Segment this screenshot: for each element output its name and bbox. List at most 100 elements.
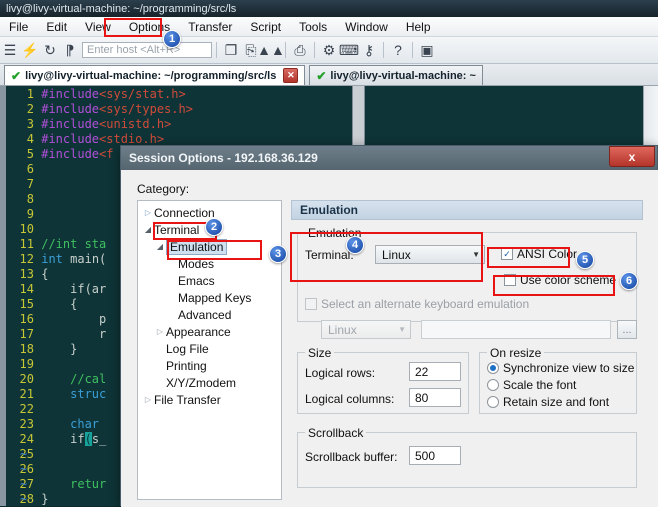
menu-edit[interactable]: Edit <box>37 18 76 36</box>
session-manager-icon[interactable]: ☰ <box>0 39 20 61</box>
logical-rows-label: Logical rows: <box>305 366 376 380</box>
menu-transfer[interactable]: Transfer <box>179 18 241 36</box>
keyboard-icon[interactable]: ⌨ <box>339 39 359 61</box>
terminal-line: 5 #include<f <box>26 147 114 161</box>
tabstrip: ✔ livy@livy-virtual-machine: ~/programmi… <box>0 64 658 86</box>
copy-icon[interactable]: ❐ <box>221 39 241 61</box>
size-group-legend: Size <box>305 346 335 360</box>
terminal-line: 7 <box>26 177 34 191</box>
logical-columns-label: Logical columns: <box>305 392 395 406</box>
chevron-down-icon[interactable]: ▼ <box>472 250 480 259</box>
find-icon[interactable]: ▲▲ <box>257 39 285 61</box>
dialog-close-button[interactable]: x <box>609 146 655 167</box>
toolbar-separator <box>383 42 384 58</box>
radio-synchronize-view-label: Synchronize view to size <box>503 361 635 375</box>
menu-window[interactable]: Window <box>336 18 397 36</box>
tree-item-emulation[interactable]: ◢ Emulation <box>138 238 281 255</box>
chevron-right-icon[interactable]: ▷ <box>142 395 154 404</box>
tree-item-file-transfer[interactable]: ▷ File Transfer <box>138 391 281 408</box>
tree-item-label: File Transfer <box>154 392 221 407</box>
vim-empty-marker: ~ <box>20 477 28 491</box>
tree-item-log-file[interactable]: Log File <box>138 340 281 357</box>
ansi-color-checkbox[interactable]: ✓ <box>501 248 513 260</box>
logical-rows-input[interactable]: 22 <box>409 362 461 381</box>
chevron-down-icon[interactable]: ▼ <box>398 325 406 334</box>
annotation-badge-5: 5 <box>576 251 594 269</box>
quick-connect-icon[interactable]: ⚡ <box>20 39 40 61</box>
tree-item-label: Appearance <box>166 324 231 339</box>
terminal-combo[interactable]: Linux ▼ <box>375 245 485 264</box>
tree-item-label: Connection <box>154 205 215 220</box>
annotation-badge-3: 3 <box>269 245 287 263</box>
logical-columns-input[interactable]: 80 <box>409 388 461 407</box>
tree-item-label: Mapped Keys <box>178 290 252 305</box>
alternate-keyboard-path-field[interactable] <box>421 320 611 339</box>
tree-item-emacs[interactable]: Emacs <box>138 272 281 289</box>
scrollback-buffer-input[interactable]: 500 <box>409 446 461 465</box>
alternate-keyboard-combo[interactable]: Linux ▼ <box>321 320 411 339</box>
alternate-keyboard-label: Select an alternate keyboard emulation <box>321 297 530 311</box>
chevron-down-icon[interactable]: ◢ <box>142 225 154 234</box>
secure-desktop-icon[interactable]: ▣ <box>417 39 437 61</box>
terminal-line: 18 } <box>19 342 78 356</box>
tree-item-appearance[interactable]: ▷ Appearance <box>138 323 281 340</box>
vim-empty-marker: ~ <box>20 462 28 476</box>
disconnect-icon[interactable]: ⁋ <box>60 39 80 61</box>
radio-retain-size-font[interactable] <box>487 396 499 408</box>
tree-item-label: X/Y/Zmodem <box>166 375 237 390</box>
terminal-line: 11 //int sta <box>19 237 107 251</box>
chevron-right-icon[interactable]: ▷ <box>142 208 154 217</box>
key-icon[interactable]: ⚷ <box>359 39 379 61</box>
chevron-down-icon[interactable]: ◢ <box>154 242 166 251</box>
toolbar-separator <box>285 42 286 58</box>
terminal-line: 12 int main( <box>19 252 107 266</box>
host-input[interactable]: Enter host <Alt+R> <box>82 42 212 58</box>
category-tree[interactable]: ▷ Connection ◢ Terminal ◢ Emulation Mode… <box>137 200 282 500</box>
tree-item-mapped-keys[interactable]: Mapped Keys <box>138 289 281 306</box>
menu-help[interactable]: Help <box>397 18 440 36</box>
panel-header: Emulation <box>291 200 643 220</box>
menu-file[interactable]: File <box>0 18 37 36</box>
terminal-combo-value: Linux <box>382 247 411 262</box>
annotation-badge-4: 4 <box>346 236 364 254</box>
menu-view[interactable]: View <box>76 18 120 36</box>
tree-item-label: Modes <box>178 256 215 271</box>
menu-script[interactable]: Script <box>241 18 290 36</box>
terminal-line: 15 { <box>19 297 78 311</box>
terminal-line: 23 char <box>19 417 100 431</box>
menu-tools[interactable]: Tools <box>290 18 336 36</box>
tree-item-printing[interactable]: Printing <box>138 357 281 374</box>
chevron-right-icon[interactable]: ▷ <box>154 327 166 336</box>
scrollback-buffer-label: Scrollback buffer: <box>305 450 398 464</box>
terminal-line: 10 <box>19 222 34 236</box>
browse-button[interactable]: ... <box>617 320 637 339</box>
radio-retain-size-font-label: Retain size and font <box>503 395 610 409</box>
terminal-line: 6 <box>26 162 34 176</box>
tab-session-1[interactable]: ✔ livy@livy-virtual-machine: ~/programmi… <box>4 65 306 85</box>
tree-item-modes[interactable]: Modes <box>138 255 281 272</box>
window-title: livy@livy-virtual-machine: ~/programming… <box>6 2 237 15</box>
tree-item-xyzmodem[interactable]: X/Y/Zmodem <box>138 374 281 391</box>
tab-session-2[interactable]: ✔ livy@livy-virtual-machine: ~ <box>309 65 483 85</box>
terminal-line: 14 if(ar <box>19 282 107 296</box>
tab-close-icon[interactable]: ✕ <box>283 68 299 83</box>
tree-item-advanced[interactable]: Advanced <box>138 306 281 323</box>
session-options-icon[interactable]: ⚙ <box>319 39 339 61</box>
toolbar-separator <box>216 42 217 58</box>
radio-scale-font[interactable] <box>487 379 499 391</box>
terminal-line: 1 #include<sys/stat.h> <box>26 87 186 101</box>
terminal-line: 28 } <box>19 492 49 506</box>
menubar: File Edit View Options Transfer Script T… <box>0 17 658 37</box>
use-color-scheme-checkbox[interactable] <box>504 274 516 286</box>
terminal-label: Terminal: <box>305 248 354 262</box>
alternate-keyboard-checkbox[interactable] <box>305 298 317 310</box>
radio-synchronize-view[interactable] <box>487 362 499 374</box>
toolbar-separator <box>314 42 315 58</box>
window-titlebar: livy@livy-virtual-machine: ~/programming… <box>0 0 658 17</box>
tree-item-label: Terminal <box>154 222 200 237</box>
help-icon[interactable]: ? <box>388 39 408 61</box>
tab-label: livy@livy-virtual-machine: ~ <box>330 69 476 82</box>
reconnect-icon[interactable]: ↻ <box>40 39 60 61</box>
tab-label: livy@livy-virtual-machine: ~/programming… <box>25 69 277 82</box>
print-icon[interactable]: ⎙ <box>290 39 310 61</box>
